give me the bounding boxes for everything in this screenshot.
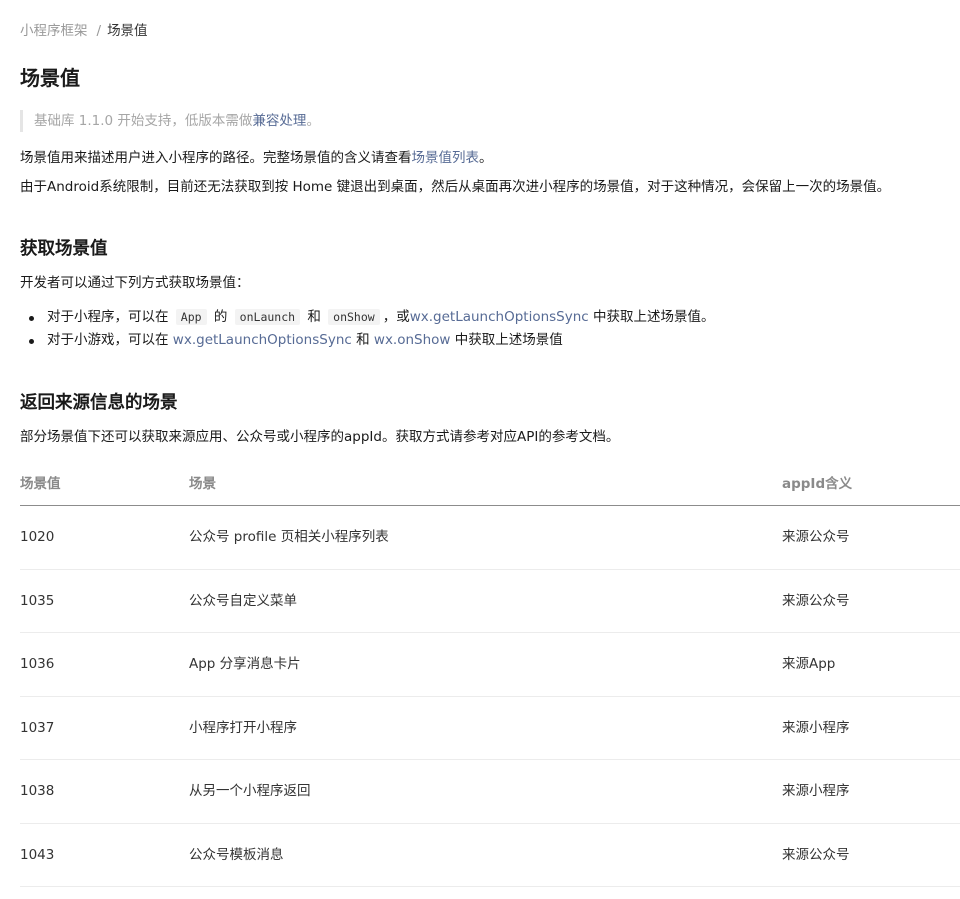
cell-appid-meaning: 来源小程序 (782, 783, 850, 799)
breadcrumb-current: 场景值 (107, 23, 148, 39)
tip-text: 基础库 1.1.0 开始支持，低版本需做 (34, 113, 253, 129)
cell-appid-meaning: 来源App (782, 656, 836, 672)
header-scene: 场景 (189, 476, 216, 492)
bullet-text: 的 (213, 309, 228, 325)
cell-scene: 小程序打开小程序 (189, 719, 297, 736)
tip-suffix: 。 (306, 113, 320, 129)
scene-table: 场景值 场景 appId含义 1020 公众号 profile 页相关小程序列表… (20, 466, 960, 887)
cell-appid-meaning: 来源公众号 (782, 529, 850, 545)
bullet-text: ，或 (382, 309, 410, 325)
compat-link[interactable]: 兼容处理 (252, 113, 306, 129)
cell-appid-meaning: 来源小程序 (782, 719, 850, 736)
version-tip: 基础库 1.1.0 开始支持，低版本需做兼容处理。 (20, 110, 320, 132)
bullet-text: 对于小程序，可以在 (47, 309, 169, 325)
bullet-text: 和 (307, 309, 321, 325)
get-scene-desc: 开发者可以通过下列方式获取场景值： (20, 275, 250, 291)
cell-scene-value: 1037 (20, 719, 55, 736)
intro-suffix: 。 (479, 150, 493, 166)
bullet-text: 对于小游戏，可以在 (47, 332, 169, 348)
cell-scene: App 分享消息卡片 (189, 656, 301, 672)
api-link-getlaunchoptionssync[interactable]: wx.getLaunchOptionsSync (410, 309, 589, 325)
cell-scene: 公众号自定义菜单 (189, 592, 297, 609)
cell-appid-meaning: 来源公众号 (782, 846, 850, 863)
get-scene-list: 对于小程序，可以在 App 的 onLaunch 和 onShow ，或wx.ge… (20, 306, 715, 352)
page-title: 场景值 (20, 66, 80, 90)
section-title-source-info: 返回来源信息的场景 (20, 393, 178, 413)
cell-scene-value: 1035 (20, 592, 55, 609)
cell-scene: 公众号模板消息 (189, 846, 284, 863)
breadcrumb-separator: / (96, 23, 102, 39)
cell-scene-value: 1020 (20, 529, 55, 545)
intro-paragraph-1: 场景值用来描述用户进入小程序的路径。完整场景值的含义请查看场景值列表。 (20, 148, 493, 168)
cell-scene-value: 1036 (20, 656, 55, 672)
code-onlaunch: onLaunch (234, 309, 301, 325)
intro-paragraph-2: 由于Android系统限制，目前还无法获取到按 Home 键退出到桌面，然后从桌… (20, 179, 891, 195)
intro-text: 场景值用来描述用户进入小程序的路径。完整场景值的含义请查看 (20, 150, 412, 166)
scene-list-link[interactable]: 场景值列表 (412, 150, 480, 166)
section-title-get-scene: 获取场景值 (20, 239, 108, 259)
header-appid-meaning: appId含义 (782, 476, 853, 492)
bullet-text: 中获取上述场景值 (454, 332, 563, 348)
api-link-getlaunchoptionssync-game[interactable]: wx.getLaunchOptionsSync (173, 332, 352, 348)
code-app: App (175, 309, 207, 325)
breadcrumb-link-framework[interactable]: 小程序框架 (20, 23, 88, 39)
bullet-text: 中获取上述场景值。 (593, 309, 715, 325)
code-onshow: onShow (328, 309, 380, 325)
table-row: 1043 公众号模板消息 来源公众号 (20, 824, 960, 887)
breadcrumb: 小程序框架 / 场景值 (20, 22, 148, 40)
cell-appid-meaning: 来源公众号 (782, 592, 850, 609)
table-row: 1036 App 分享消息卡片 来源App (20, 633, 960, 697)
bullet-text: 和 (356, 332, 370, 348)
api-link-onshow[interactable]: wx.onShow (374, 332, 451, 348)
source-info-desc: 部分场景值下还可以获取来源应用、公众号或小程序的appId。获取方式请参考对应A… (20, 429, 620, 445)
table-row: 1035 公众号自定义菜单 来源公众号 (20, 570, 960, 633)
header-scene-value: 场景值 (20, 476, 61, 492)
table-row: 1037 小程序打开小程序 来源小程序 (20, 697, 960, 760)
table-row: 1038 从另一个小程序返回 来源小程序 (20, 760, 960, 824)
cell-scene: 从另一个小程序返回 (189, 783, 311, 799)
table-header: 场景值 场景 appId含义 (20, 466, 960, 506)
table-row: 1020 公众号 profile 页相关小程序列表 来源公众号 (20, 506, 960, 570)
cell-scene-value: 1038 (20, 783, 55, 799)
list-item: 对于小游戏，可以在 wx.getLaunchOptionsSync 和 wx.o… (20, 329, 715, 352)
list-item: 对于小程序，可以在 App 的 onLaunch 和 onShow ，或wx.ge… (20, 306, 715, 329)
cell-scene: 公众号 profile 页相关小程序列表 (189, 529, 389, 545)
cell-scene-value: 1043 (20, 846, 55, 863)
